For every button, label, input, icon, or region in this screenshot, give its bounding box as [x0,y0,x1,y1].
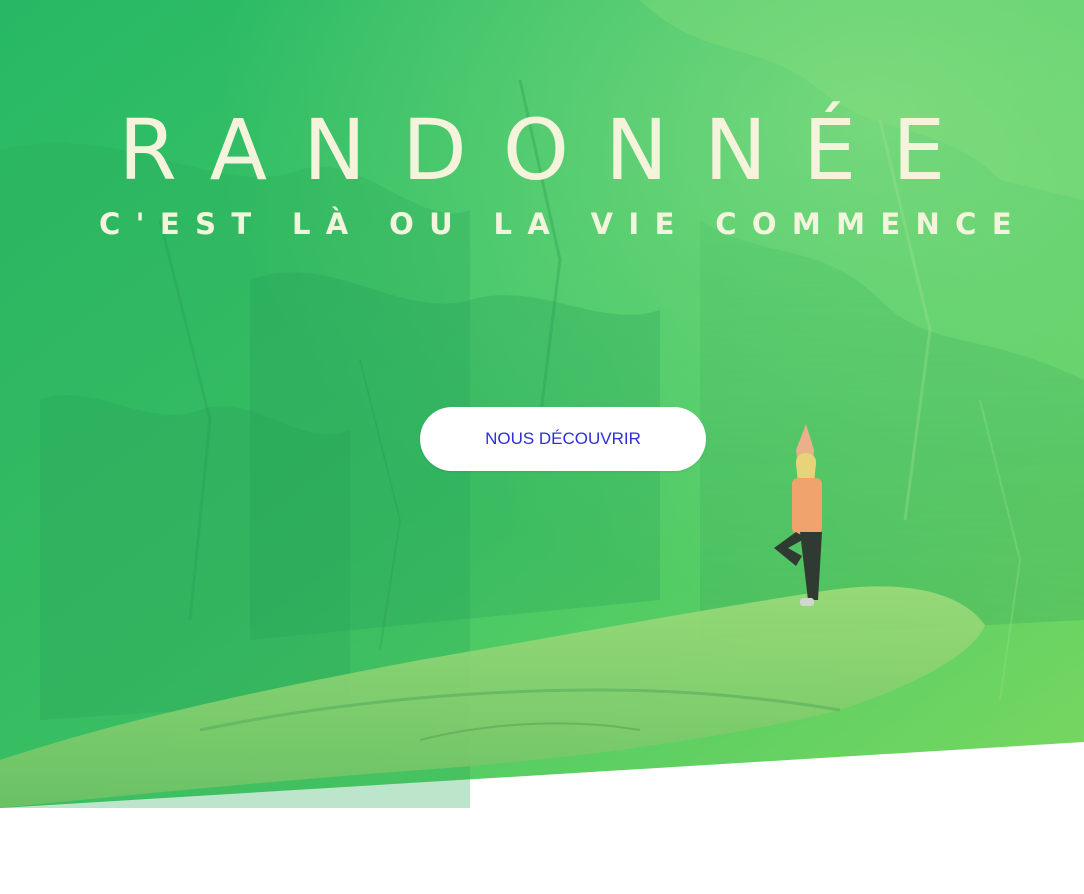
hero-subtitle: C'EST LÀ OU LA VIE COMMENCE [98,207,1028,241]
hero-title: RANDONNÉE [118,101,982,199]
discover-button-label: NOUS DÉCOUVRIR [485,429,641,448]
discover-button[interactable]: NOUS DÉCOUVRIR [420,407,706,471]
hero-section: RANDONNÉE C'EST LÀ OU LA VIE COMMENCE NO… [0,0,1084,894]
